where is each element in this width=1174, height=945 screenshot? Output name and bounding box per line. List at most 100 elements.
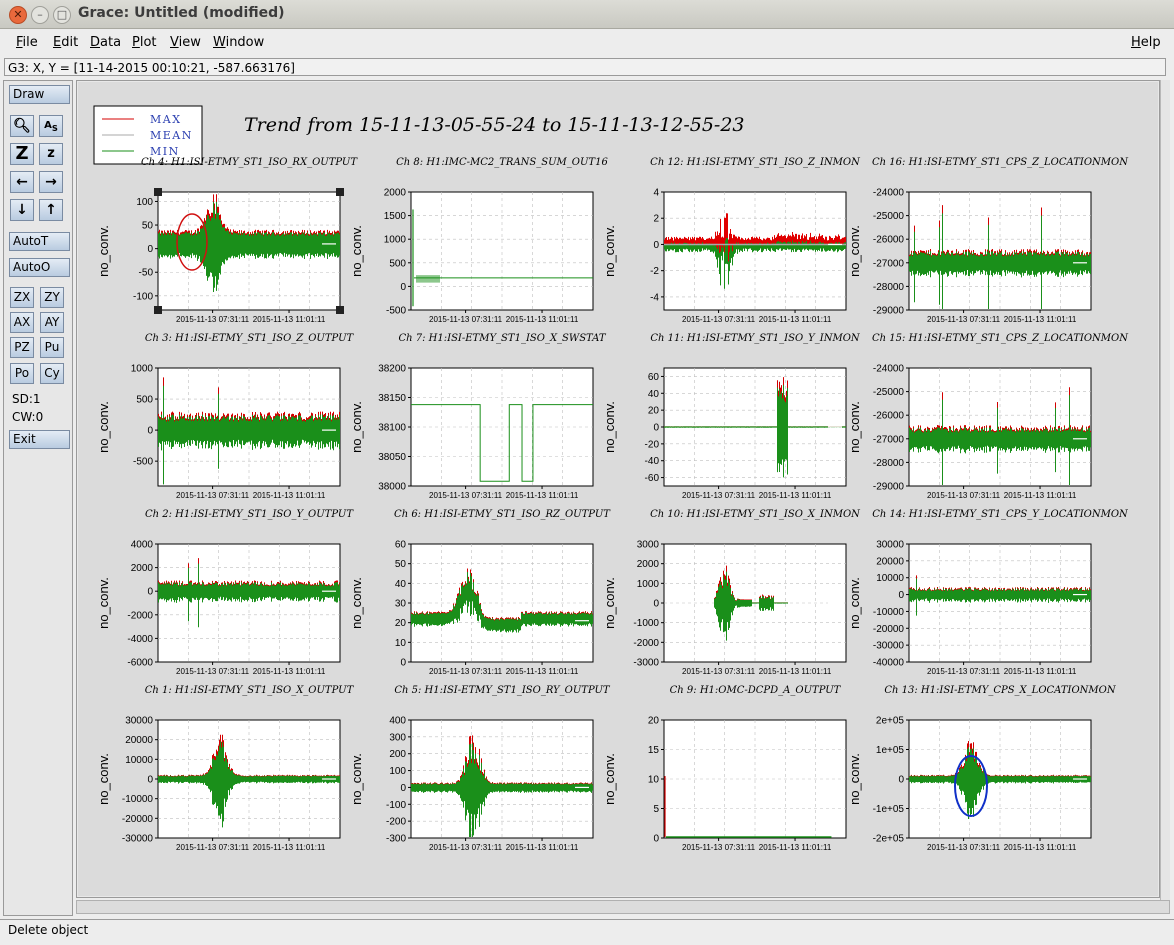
y-tick-label: -60 [645,473,660,484]
close-window-button[interactable]: ✕ [9,6,27,24]
x-tick-label: 2015-11-13 07:31:11 [429,667,503,676]
x-tick-label: 2015-11-13 11:01:11 [1004,667,1077,676]
panel-ch10: Ch 10: H1:ISI-ETMY_ST1_ISO_X_INMON 3000 20… [602,509,861,676]
y-tick-label: -28000 [873,282,905,293]
y-tick-label: -20000 [873,624,905,635]
scroll-left-button[interactable]: ← [10,171,34,193]
y-tick-label: 0 [400,658,406,669]
zx-button[interactable]: ZX [10,287,34,308]
arrow-right-icon: → [45,174,57,190]
y-axis-label: no_conv. [602,577,617,629]
autoo-button[interactable]: AutoO [9,258,70,277]
y-tick-label: -3000 [633,658,659,669]
y-tick-label: -4000 [127,634,153,645]
panel-ch15: Ch 15: H1:ISI-ETMY_ST1_CPS_Z_LOCATIONMON… [847,333,1129,500]
x-tick-label: 2015-11-13 11:01:11 [759,843,832,852]
panel-title: Ch 12: H1:ISI-ETMY_ST1_ISO_Z_INMON [650,157,861,168]
panel-ch8: Ch 8: H1:IMC-MC2_TRANS_SUM_OUT16 2000 1500… [349,157,608,324]
y-tick-label: 1000 [131,364,154,375]
y-tick-label: 38150 [378,393,406,404]
x-tick-label: 2015-11-13 11:01:11 [506,667,579,676]
y-tick-label: -24000 [873,188,905,199]
menu-view[interactable]: View [170,35,201,50]
pz-button[interactable]: PZ [10,337,34,358]
ay-button[interactable]: AY [40,312,64,333]
zoom-tool-button[interactable]: 🔍︎ [10,115,34,137]
x-tick-label: 2015-11-13 11:01:11 [759,667,832,676]
autoscale-text-button[interactable]: AS [39,115,63,137]
x-tick-label: 2015-11-13 07:31:11 [682,315,756,324]
ax-button[interactable]: AX [10,312,34,333]
y-tick-label: 500 [136,395,153,406]
coordinate-readout: G3: X, Y = [11-14-2015 00:10:21, -587.66… [4,58,1166,76]
y-tick-label: -26000 [873,411,905,422]
x-tick-label: 2015-11-13 11:01:11 [1004,843,1077,852]
y-tick-label: 2e+05 [876,716,905,727]
y-tick-label: 300 [389,732,406,743]
panel-frame [410,719,594,839]
y-axis-label: no_conv. [349,753,364,805]
panel-frame [410,191,594,311]
y-tick-label: 30000 [125,716,153,727]
y-tick-label: -2000 [633,638,659,649]
y-tick-label: 38050 [378,452,406,463]
menu-edit[interactable]: Edit [53,35,78,50]
menu-plot[interactable]: Plot [132,35,157,50]
sd-label: SD:1 [12,392,41,406]
y-tick-label: 0 [147,244,153,255]
y-tick-label: -27000 [873,258,905,269]
y-axis-label: no_conv. [847,753,862,805]
x-tick-label: 2015-11-13 07:31:11 [429,315,503,324]
x-tick-label: 2015-11-13 11:01:11 [506,491,579,500]
y-tick-label: -20000 [122,814,154,825]
draw-button[interactable]: Draw [9,85,70,104]
cy-button[interactable]: Cy [40,363,64,384]
menu-file[interactable]: File [16,35,38,50]
y-tick-label: -10000 [122,794,154,805]
x-tick-label: 2015-11-13 07:31:11 [927,843,1001,852]
selection-handle [336,306,344,314]
y-tick-label: 38200 [378,364,406,375]
y-axis-label: no_conv. [96,577,111,629]
scroll-right-button[interactable]: → [39,171,63,193]
horizontal-scrollbar[interactable] [76,900,1170,914]
x-tick-label: 2015-11-13 07:31:11 [176,667,250,676]
panel-title: Ch 10: H1:ISI-ETMY_ST1_ISO_X_INMON [650,509,861,520]
pu-button[interactable]: Pu [40,337,64,358]
menu-help[interactable]: Help [1131,35,1161,50]
panel-ch13: Ch 13: H1:ISI-ETMY_CPS_X_LOCATIONMON 2e+0… [847,685,1117,852]
y-axis-label: no_conv. [96,753,111,805]
y-tick-label: 30 [395,599,407,610]
maximize-window-button[interactable]: □ [53,6,71,24]
y-tick-label: 200 [389,749,406,760]
y-tick-label: -25000 [873,211,905,222]
menu-data[interactable]: Data [90,35,121,50]
y-axis-label: no_conv. [96,401,111,453]
plot-canvas[interactable]: Trend from 15-11-13-05-55-24 to 15-11-13… [78,82,1158,896]
y-tick-label: 0 [653,240,659,251]
panel-ch12: Ch 12: H1:ISI-ETMY_ST1_ISO_Z_INMON 4 2 0 -2 -… [602,157,861,324]
panel-title: Ch 11: H1:ISI-ETMY_ST1_ISO_Y_INMON [650,333,861,344]
y-axis-label: no_conv. [602,225,617,277]
y-axis-label: no_conv. [349,577,364,629]
po-button[interactable]: Po [10,363,34,384]
zoom-big-button[interactable]: Z [10,143,34,165]
scroll-down-button[interactable]: ↓ [10,199,34,221]
zoom-small-button[interactable]: z [39,143,63,165]
y-tick-label: 1e+05 [876,745,905,756]
x-tick-label: 2015-11-13 11:01:11 [506,315,579,324]
y-tick-label: -26000 [873,235,905,246]
menu-window[interactable]: Window [213,35,264,50]
panel-ch9: Ch 9: H1:OMC-DCPD_A_OUTPUT 20 15 10 5 0 2015-1… [602,685,847,852]
y-tick-label: -1e+05 [873,804,905,815]
scroll-up-button[interactable]: ↑ [39,199,63,221]
y-tick-label: 60 [395,540,407,551]
autot-button[interactable]: AutoT [9,232,70,251]
y-tick-label: -2e+05 [873,834,905,845]
zoom-z-big-icon: Z [15,143,29,164]
minimize-window-button[interactable]: – [31,6,49,24]
zy-button[interactable]: ZY [40,287,64,308]
exit-button[interactable]: Exit [9,430,70,449]
y-tick-label: 1000 [637,579,660,590]
vertical-scrollbar[interactable] [1160,80,1170,900]
